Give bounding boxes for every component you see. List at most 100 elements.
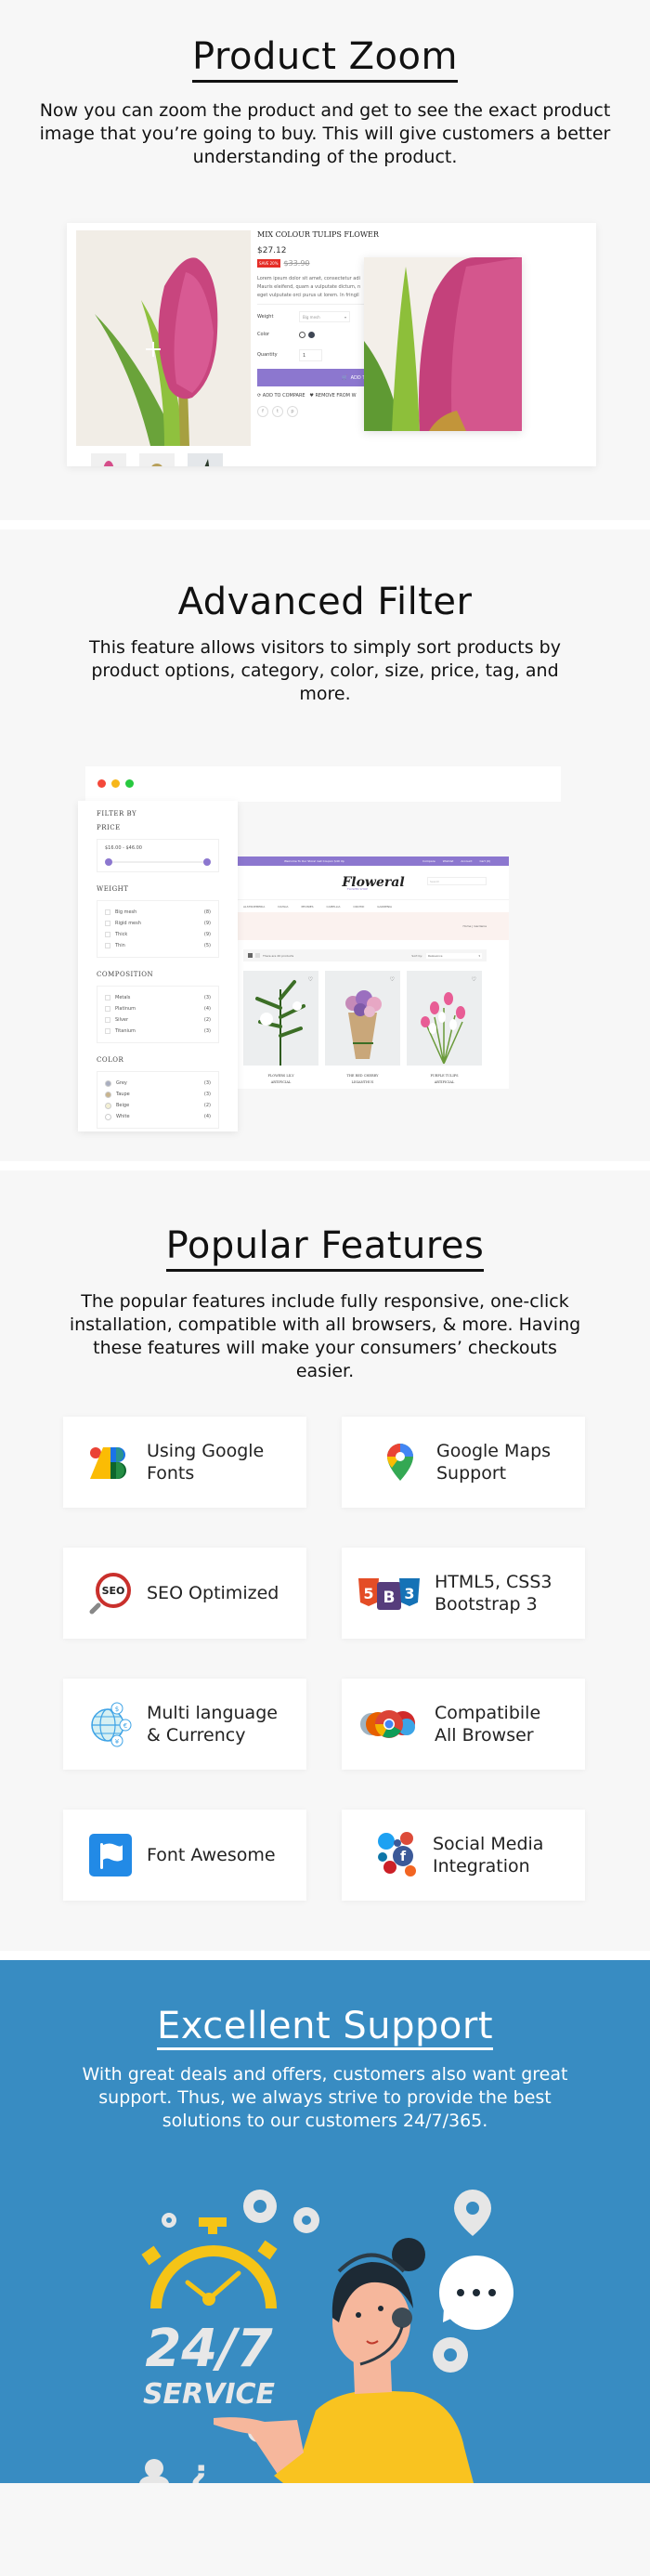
filter-option[interactable]: Thick (9) [105,929,211,940]
minimize-window-dot[interactable] [111,779,120,788]
filter-checkbox[interactable] [105,943,110,948]
breadcrumb[interactable]: Home | Gardenia [238,912,509,940]
color-swatch[interactable] [105,1079,111,1087]
compare-icon: ⟳ [257,393,262,399]
color-swatch[interactable] [105,1102,111,1109]
price-range-slider[interactable] [105,858,211,866]
nav-item[interactable]: CAMELLIA [327,905,341,909]
nav-item[interactable]: ALSTROEMERIA [243,905,265,909]
close-window-dot[interactable] [98,779,106,788]
topbar-link-compare[interactable]: Compare [422,859,436,863]
filter-option-count: (3) [203,995,211,1000]
shop-nav: ALSTROEMERIA DAHLIA PEONIES CAMELLIA ORC… [238,899,509,912]
chat-bubble-icon [439,2256,514,2330]
color-swatch-dark[interactable] [308,331,315,338]
shop-preview: Welcome To Our Store! Get Coupon $40 Up … [238,856,509,1089]
filter-option[interactable]: White (4) [105,1111,211,1122]
feature-label: Multi language & Currency [147,1703,278,1746]
maximize-window-dot[interactable] [125,779,134,788]
add-to-compare-link[interactable]: ADD TO COMPARE [263,393,306,399]
svg-text:¥: ¥ [115,1738,120,1746]
filter-option[interactable]: Big mesh (8) [105,907,211,918]
product-price: $27.12 [257,246,287,255]
caret-down-icon: ▾ [478,953,480,958]
feature-label: Google Maps Support [436,1441,552,1484]
feature-card: f Social Media Integration [342,1810,585,1901]
filter-option[interactable]: Grey (3) [105,1078,211,1089]
remove-from-wishlist-link[interactable]: REMOVE FROM W [315,393,356,399]
list-view-icon[interactable] [255,953,260,958]
topbar-link-cart[interactable]: Cart (0) [479,859,490,863]
product-card[interactable]: ♡ FLOWERS LILY ARTIFICIAL [243,971,318,1086]
section-title: Excellent Support [156,2005,494,2050]
font-awesome-flag-icon [89,1834,132,1876]
slider-min-handle[interactable] [105,858,112,866]
pinterest-icon[interactable]: p [287,406,298,417]
filter-checkbox[interactable] [105,932,110,937]
nav-item[interactable]: PEONIES [302,905,314,909]
filter-checkbox[interactable] [105,1028,110,1034]
weight-select[interactable]: Big mesh ▾ [299,311,350,322]
wishlist-heart-icon[interactable]: ♡ [472,976,476,983]
service-big-text: 24/7 [145,2319,272,2379]
section-title: Advanced Filter [177,581,473,623]
thumbnail[interactable] [139,453,175,466]
google-maps-icon [379,1441,422,1484]
wishlist-heart-icon[interactable]: ♡ [308,976,313,983]
product-card[interactable]: ♡ THE RED CHERRY LISIANTHUS [325,971,400,1086]
nav-item[interactable]: GARDENIA [377,905,392,909]
filter-option-label: Taupe [116,1092,130,1097]
product-description: Lorem ipsum dolor sit amet, consectetur … [257,275,378,305]
shop-header: Floweral FLOWER SHOP Search [238,866,509,899]
color-swatch-white[interactable] [299,331,306,338]
product-card[interactable]: ♡ PURPLE TULIPS ARTIFICIAL [407,971,482,1086]
product-zoom-section: Product Zoom Now you can zoom the produc… [0,0,650,520]
weight-filter-box: Big mesh (8) Rigid mesh (9) Thick (9) Thin (5) [97,900,219,958]
description-line: Mauris eleifend, quam a vulputate dictum… [257,284,361,290]
product-main-image[interactable] [76,230,251,446]
filter-option-label: Silver [115,1017,129,1023]
topbar-link-account[interactable]: Account [461,859,472,863]
nav-item[interactable]: DAHLIA [278,905,288,909]
thumbnail[interactable] [91,453,126,466]
filter-option[interactable]: Metals (3) [105,992,211,1003]
color-swatch[interactable] [105,1091,111,1098]
tulip-image [76,230,251,446]
filter-option[interactable]: Thin (5) [105,940,211,951]
wishlist-heart-icon[interactable]: ♡ [390,976,395,983]
section-divider [0,1161,650,1170]
section-description: The popular features include fully respo… [69,1291,581,1381]
nav-item[interactable]: ORCHID [353,905,364,909]
filter-option[interactable]: Titanium (3) [105,1026,211,1037]
product-count: There are 20 products [263,953,294,958]
feature-label: HTML5, CSS3 Bootstrap 3 [435,1572,552,1615]
price-heading: PRICE [97,824,121,831]
slider-max-handle[interactable] [203,858,211,866]
filter-option[interactable]: Silver (2) [105,1014,211,1026]
filter-checkbox[interactable] [105,995,110,1000]
composition-heading: COMPOSITION [97,971,154,978]
svg-text:B: B [384,1589,396,1607]
support-illustration: 24/7 SERVICE ¿ [139,2190,514,2483]
browsers-icon [358,1703,420,1746]
shop-search-input[interactable]: Search [427,877,487,885]
filter-checkbox[interactable] [105,921,110,926]
facebook-icon[interactable]: f [257,406,268,417]
topbar-link-wishlist[interactable]: Wishlist [443,859,454,863]
color-swatch[interactable] [105,1113,111,1120]
sort-select[interactable]: Relevance ▾ [426,952,482,959]
filter-checkbox[interactable] [105,909,110,915]
filter-option[interactable]: Taupe (3) [105,1089,211,1100]
filter-checkbox[interactable] [105,1006,110,1012]
filter-option[interactable]: Rigid mesh (9) [105,918,211,929]
filter-option-count: (4) [203,1114,211,1119]
filter-option[interactable]: Beige (2) [105,1100,211,1111]
grid-view-icon[interactable] [248,953,253,958]
thumbnail[interactable] [188,453,223,466]
product-name: FLOWERS LILY [267,1074,294,1078]
filter-checkbox[interactable] [105,1017,110,1023]
service-small-text: SERVICE [143,2378,276,2411]
quantity-stepper[interactable]: 1 [299,348,322,361]
filter-option[interactable]: Platinum (4) [105,1003,211,1014]
twitter-icon[interactable]: t [272,406,283,417]
